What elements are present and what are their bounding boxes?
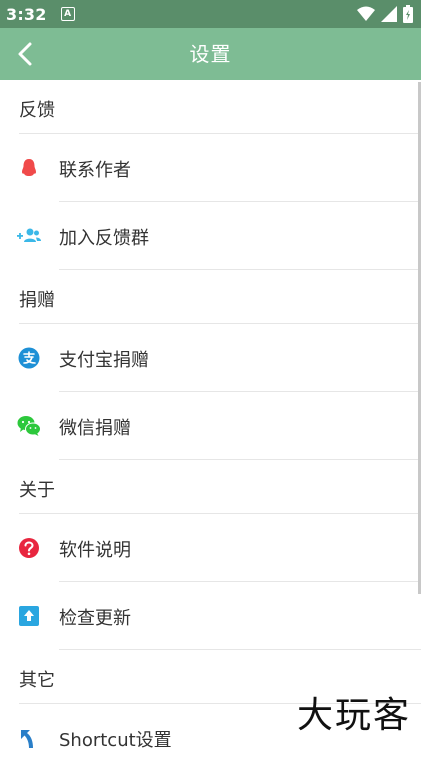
app-bar: 设置 — [0, 28, 421, 80]
alipay-donate-item[interactable]: 支付宝捐赠 — [0, 324, 421, 392]
add-group-icon — [17, 225, 41, 247]
status-icons — [357, 5, 413, 23]
item-label: 加入反馈群 — [59, 224, 149, 250]
item-label: 联系作者 — [59, 156, 131, 182]
item-label: 微信捐赠 — [59, 414, 131, 440]
watermark-logo: 大玩客 — [297, 686, 411, 738]
item-label: 检查更新 — [59, 604, 131, 630]
section-header-feedback: 反馈 — [0, 80, 421, 134]
status-bar: 3:32 A — [0, 0, 421, 28]
item-label: 支付宝捐赠 — [59, 346, 149, 372]
check-update-item[interactable]: 检查更新 — [0, 582, 421, 650]
page-title: 设置 — [0, 28, 421, 80]
notification-icon: A — [61, 7, 75, 21]
status-time: 3:32 — [6, 5, 47, 24]
section-title: 捐赠 — [19, 286, 55, 312]
qq-icon — [17, 157, 41, 179]
section-header-about: 关于 — [0, 460, 421, 514]
contact-author-item[interactable]: 联系作者 — [0, 134, 421, 202]
section-title: 其它 — [19, 666, 55, 692]
cell-signal-icon — [381, 6, 397, 22]
alipay-icon — [17, 347, 41, 369]
join-feedback-group-item[interactable]: 加入反馈群 — [0, 202, 421, 270]
shortcut-icon — [17, 727, 41, 749]
section-title: 关于 — [19, 476, 55, 502]
section-header-donate: 捐赠 — [0, 270, 421, 324]
item-label: Shortcut设置 — [59, 726, 172, 752]
section-title: 反馈 — [19, 96, 55, 122]
wifi-icon — [357, 6, 375, 22]
software-info-item[interactable]: 软件说明 — [0, 514, 421, 582]
settings-list: 反馈 联系作者 加入反馈群 捐赠 支付宝捐赠 — [0, 80, 421, 772]
item-label: 软件说明 — [59, 536, 131, 562]
help-icon — [17, 537, 41, 559]
wechat-icon — [17, 415, 41, 437]
battery-icon — [403, 5, 413, 23]
wechat-donate-item[interactable]: 微信捐赠 — [0, 392, 421, 460]
update-icon — [17, 605, 41, 627]
